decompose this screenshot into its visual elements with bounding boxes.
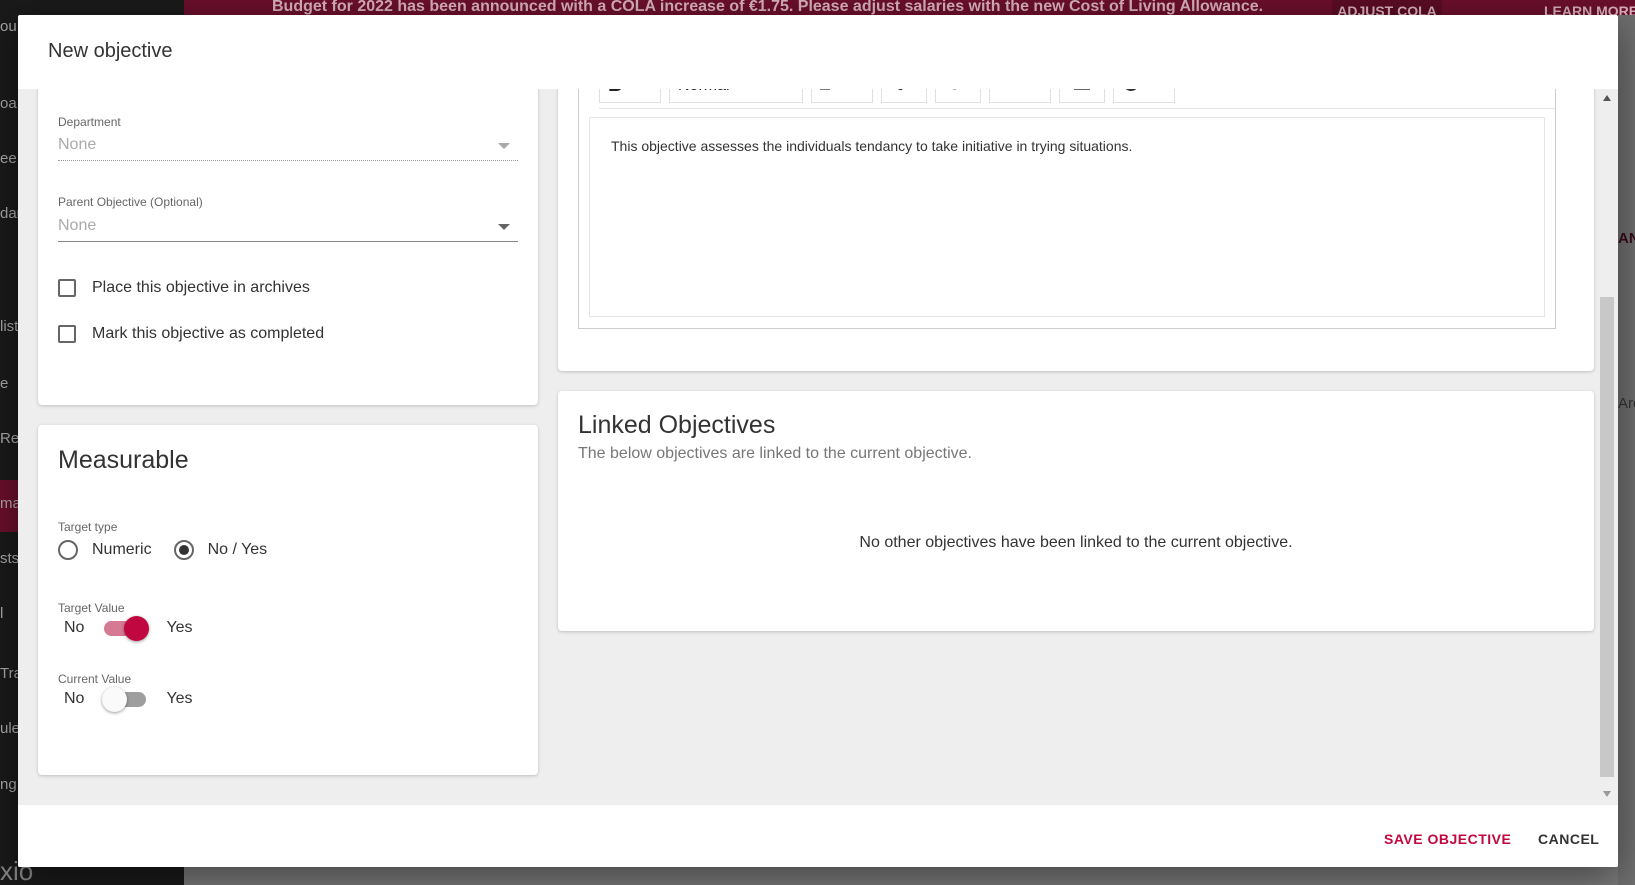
block-style-value: Normal bbox=[678, 89, 730, 95]
target-value-no-label: No bbox=[64, 619, 85, 636]
undo-icon bbox=[1122, 89, 1140, 97]
parent-objective-label: Parent Objective (Optional) bbox=[58, 195, 203, 209]
scroll-up-arrow-icon[interactable] bbox=[1603, 95, 1611, 101]
background-right-edge: AN Arc bbox=[1618, 15, 1635, 885]
completed-checkbox[interactable] bbox=[58, 325, 76, 343]
list-dropdown[interactable] bbox=[989, 89, 1051, 103]
clear-format-icon bbox=[1072, 89, 1092, 96]
linked-objectives-heading: Linked Objectives bbox=[578, 411, 776, 439]
undo-dropdown[interactable] bbox=[1113, 89, 1175, 103]
measurable-card: Measurable Target type Target Value Curr… bbox=[38, 425, 538, 775]
radio-no-yes-circle[interactable] bbox=[173, 540, 194, 560]
dialog-body: Department None Parent Objective (Option… bbox=[18, 89, 1618, 805]
scroll-thumb[interactable] bbox=[1600, 297, 1614, 777]
save-objective-button[interactable]: SAVE OBJECTIVE bbox=[1384, 831, 1511, 847]
radio-no-yes-label: No / Yes bbox=[207, 541, 268, 558]
current-value-label: Current Value bbox=[58, 672, 132, 686]
target-value-yes-label: Yes bbox=[166, 619, 193, 636]
banner-text: Budget for 2022 has been announced with … bbox=[272, 0, 1264, 15]
bulleted-list-icon bbox=[998, 89, 1018, 95]
block-style-dropdown[interactable]: Normal bbox=[669, 89, 803, 103]
department-select[interactable]: None bbox=[58, 131, 518, 161]
dialog-scrollbar[interactable] bbox=[1598, 89, 1616, 805]
editor-content-area[interactable]: This objective assesses the individuals … bbox=[589, 117, 1545, 317]
current-value-switch[interactable] bbox=[102, 687, 148, 712]
linked-objectives-subtitle: The below objectives are linked to the c… bbox=[578, 445, 972, 462]
scroll-down-arrow-icon[interactable] bbox=[1603, 791, 1611, 797]
link-button[interactable] bbox=[881, 89, 927, 103]
align-left-icon bbox=[820, 89, 838, 95]
bg-fragment: Arc bbox=[1618, 395, 1635, 412]
chevron-down-icon bbox=[498, 224, 510, 230]
unlink-icon bbox=[949, 89, 967, 97]
clear-format-button[interactable] bbox=[1059, 89, 1105, 103]
bold-dropdown[interactable]: B bbox=[599, 89, 661, 103]
department-value: None bbox=[58, 136, 97, 153]
target-value-toggle-row: No Yes bbox=[58, 616, 199, 641]
measurable-heading: Measurable bbox=[58, 446, 189, 474]
department-label: Department bbox=[58, 115, 121, 129]
current-value-no-label: No bbox=[64, 690, 85, 707]
completed-checkbox-label: Mark this objective as completed bbox=[92, 325, 325, 342]
current-value-yes-label: Yes bbox=[166, 690, 193, 707]
bold-icon: B bbox=[608, 89, 622, 97]
general-card: Department None Parent Objective (Option… bbox=[38, 89, 538, 405]
completed-checkbox-row[interactable]: Mark this objective as completed bbox=[58, 322, 324, 346]
target-value-switch[interactable] bbox=[102, 616, 150, 641]
link-icon bbox=[895, 89, 913, 97]
parent-objective-value: None bbox=[58, 217, 97, 234]
archive-checkbox[interactable] bbox=[58, 279, 76, 297]
radio-numeric-label: Numeric bbox=[92, 541, 152, 558]
cancel-button[interactable]: CANCEL bbox=[1538, 831, 1599, 847]
switch-thumb[interactable] bbox=[124, 616, 150, 641]
editor-toolbar: B Normal bbox=[599, 89, 1555, 109]
parent-objective-select[interactable]: None bbox=[58, 212, 518, 242]
radio-no-yes[interactable]: No / Yes bbox=[173, 540, 268, 560]
archive-checkbox-row[interactable]: Place this objective in archives bbox=[58, 276, 310, 300]
radio-numeric-circle[interactable] bbox=[58, 540, 78, 560]
dialog-footer: SAVE OBJECTIVE CANCEL bbox=[18, 805, 1618, 867]
radio-numeric[interactable]: Numeric bbox=[58, 540, 152, 560]
switch-thumb[interactable] bbox=[102, 687, 128, 712]
target-type-label: Target type bbox=[58, 520, 118, 534]
target-type-radio-group: Numeric No / Yes bbox=[58, 540, 289, 560]
new-objective-dialog: New objective Department None Parent Obj… bbox=[18, 15, 1618, 867]
linked-objectives-card: Linked Objectives The below objectives a… bbox=[558, 391, 1594, 631]
rich-text-editor: B Normal bbox=[578, 89, 1556, 329]
current-value-toggle-row: No Yes bbox=[58, 687, 199, 712]
dialog-title: New objective bbox=[48, 40, 173, 62]
target-value-label: Target Value bbox=[58, 601, 125, 615]
archive-checkbox-label: Place this objective in archives bbox=[92, 279, 310, 296]
description-card: B Normal bbox=[558, 89, 1594, 371]
chevron-down-icon bbox=[498, 143, 510, 149]
unlink-button[interactable] bbox=[935, 89, 981, 103]
editor-content-text: This objective assesses the individuals … bbox=[611, 138, 1133, 154]
linked-objectives-empty-message: No other objectives have been linked to … bbox=[859, 534, 1293, 551]
bg-fragment: AN bbox=[1618, 230, 1635, 247]
align-dropdown[interactable] bbox=[811, 89, 873, 103]
